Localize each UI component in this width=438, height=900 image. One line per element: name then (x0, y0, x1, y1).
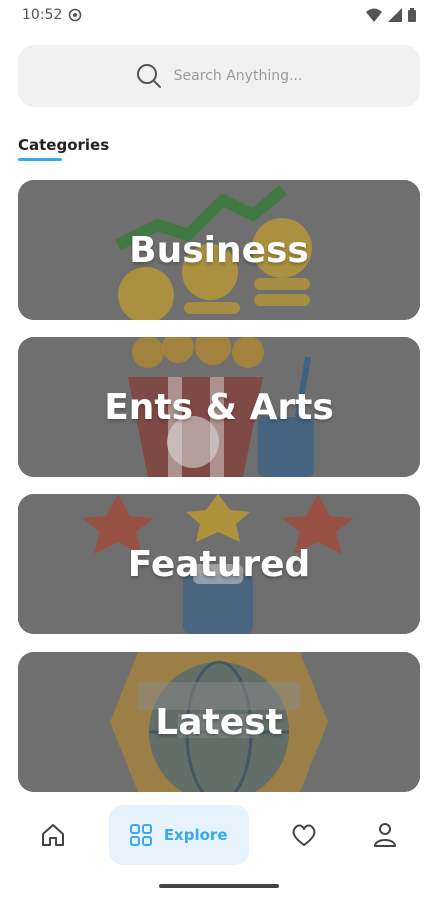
battery-icon (408, 8, 416, 22)
wifi-icon (366, 8, 382, 22)
home-icon (42, 824, 64, 846)
nav-home[interactable] (28, 810, 78, 860)
category-label: Ents & Arts (104, 386, 334, 428)
status-left: 10:52 (22, 7, 82, 23)
settings-status-icon (69, 8, 82, 22)
heart-icon (292, 824, 316, 846)
search-placeholder: Search Anything... (173, 68, 303, 84)
profile-icon (373, 823, 396, 847)
category-label: Latest (155, 701, 283, 743)
category-card-ents-arts[interactable]: Ents & Arts (18, 337, 420, 477)
search-icon (136, 64, 161, 88)
nav-explore[interactable]: Explore (108, 805, 249, 865)
categories-heading: Categories (18, 136, 110, 154)
category-card-latest[interactable]: Latest (18, 652, 420, 792)
status-right (366, 8, 416, 22)
bottom-nav: Explore (0, 800, 438, 870)
category-card-business[interactable]: Business (18, 180, 420, 320)
explore-grid-icon (129, 824, 152, 846)
status-time: 10:52 (22, 7, 63, 23)
nav-profile[interactable] (360, 810, 410, 860)
home-indicator[interactable] (159, 884, 279, 888)
categories-underline (18, 158, 62, 161)
category-label: Featured (127, 543, 311, 585)
status-bar: 10:52 (0, 0, 438, 30)
search-bar[interactable]: Search Anything... (18, 45, 420, 107)
nav-favorites[interactable] (279, 810, 329, 860)
category-label: Business (129, 229, 309, 271)
nav-explore-label: Explore (163, 826, 228, 844)
category-card-featured[interactable]: Featured (18, 494, 420, 634)
signal-icon (388, 8, 402, 22)
